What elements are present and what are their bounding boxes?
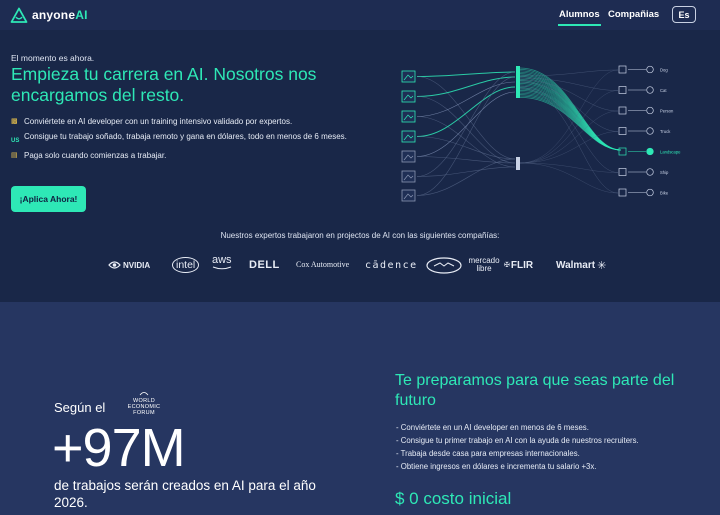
nav-link-alumnos[interactable]: Alumnos — [558, 9, 601, 26]
companies-intro: Nuestros expertos trabajaron en projecto… — [220, 231, 500, 240]
logo-text: anyoneAI — [32, 8, 88, 22]
input-image-icon — [401, 90, 416, 103]
wef-logo: WORLD ECONOMIC FORUM — [118, 390, 170, 416]
segun-label: Según el — [54, 400, 106, 415]
input-image-icon — [401, 189, 416, 202]
output-class: Truck — [618, 127, 671, 135]
list-item: - Conviértete en un AI developer en meno… — [396, 423, 589, 432]
aws-logo: aws — [212, 254, 232, 276]
hero-bullet: ▤ Paga solo cuando comienzas a trabajar. — [11, 151, 167, 160]
prep-title: Te preparamos para que seas parte del fu… — [395, 372, 675, 409]
input-image-icon — [401, 110, 416, 123]
output-class: Bike — [618, 188, 669, 197]
cox-automotive-logo: Cox Automotive — [296, 260, 350, 269]
hero-title: Empieza tu carrera en AI. Nosotros nos e… — [11, 64, 317, 105]
output-class: Cat — [618, 86, 667, 94]
list-item: - Consigue tu primer trabajo en AI con l… — [396, 436, 639, 445]
nvidia-eye-icon — [108, 261, 121, 269]
handshake-icon — [426, 256, 462, 274]
hero-section: El momento es ahora. Empieza tu carrera … — [0, 30, 720, 302]
class-label: Bike — [660, 191, 669, 196]
walmart-spark-icon: ✳ — [597, 259, 607, 272]
aws-smile-icon — [212, 266, 232, 270]
jobs-description: de trabajos serán creados en AI para el … — [54, 478, 316, 510]
output-class: Dog — [618, 65, 668, 74]
nav-link-companias[interactable]: Compañias — [608, 9, 659, 20]
hero-bullet: ▩ Conviértete en AI developer con un tra… — [11, 117, 293, 126]
output-class: Person — [618, 106, 674, 115]
laptop-icon: ▩ — [11, 118, 18, 125]
top-nav: anyoneAI Alumnos Compañias Es — [0, 0, 720, 30]
flir-logo: ✠ FLIR — [504, 259, 534, 271]
class-label: Dog — [660, 68, 668, 73]
input-image-icon — [401, 170, 416, 183]
logo[interactable]: anyoneAI — [10, 5, 88, 25]
hero-bullet: US Consigue tu trabajo soñado, trabaja r… — [11, 131, 356, 147]
class-label: Person — [660, 109, 674, 114]
hero-eyebrow: El momento es ahora. — [11, 53, 95, 63]
apply-now-button[interactable]: ¡Aplica Ahora! — [11, 186, 86, 212]
walmart-logo: Walmart ✳ — [556, 259, 607, 272]
prep-list: - Conviértete en un AI developer en meno… — [396, 421, 706, 473]
class-label: Cat — [660, 88, 667, 93]
dell-logo: DELL — [249, 259, 280, 271]
cost-label: $ 0 costo inicial — [395, 489, 512, 508]
language-button[interactable]: Es — [672, 6, 696, 23]
class-label: Truck — [660, 129, 671, 134]
input-image-icon — [401, 150, 416, 163]
class-label: Ship — [660, 170, 669, 175]
list-item: - Obtiene ingresos en dólares e incremen… — [396, 462, 597, 471]
class-label: Landscape — [660, 150, 681, 155]
wallet-icon: ▤ — [11, 152, 18, 159]
mercado-libre-logo: mercado libre — [426, 254, 504, 276]
stats-section: Según el WORLD ECONOMIC FORUM +97M de tr… — [0, 302, 720, 515]
classification-flow-diagram: Dog Cat Person Truck Landscape Ship Bike — [401, 65, 681, 202]
company-logos: NVIDIA intel aws DELL Cox Automotive cād… — [106, 254, 616, 276]
input-image-icon — [401, 130, 416, 143]
hidden-node — [516, 157, 520, 170]
output-class: Landscape — [618, 147, 681, 156]
cadence-logo: cādence — [365, 259, 418, 271]
logo-triangle-icon — [10, 7, 28, 23]
nvidia-logo: NVIDIA — [108, 254, 150, 276]
hidden-node — [516, 66, 520, 98]
hero-bullets: ▩ Conviértete en AI developer con un tra… — [11, 116, 356, 165]
jobs-number: +97M — [52, 418, 186, 478]
intel-logo: intel — [172, 254, 200, 276]
wef-arc-icon — [139, 392, 149, 396]
input-image-icon — [401, 70, 416, 83]
output-class: Ship — [618, 168, 669, 176]
list-item: - Trabaja desde casa para empresas inter… — [396, 449, 580, 458]
us-flag-icon: US — [11, 137, 20, 144]
